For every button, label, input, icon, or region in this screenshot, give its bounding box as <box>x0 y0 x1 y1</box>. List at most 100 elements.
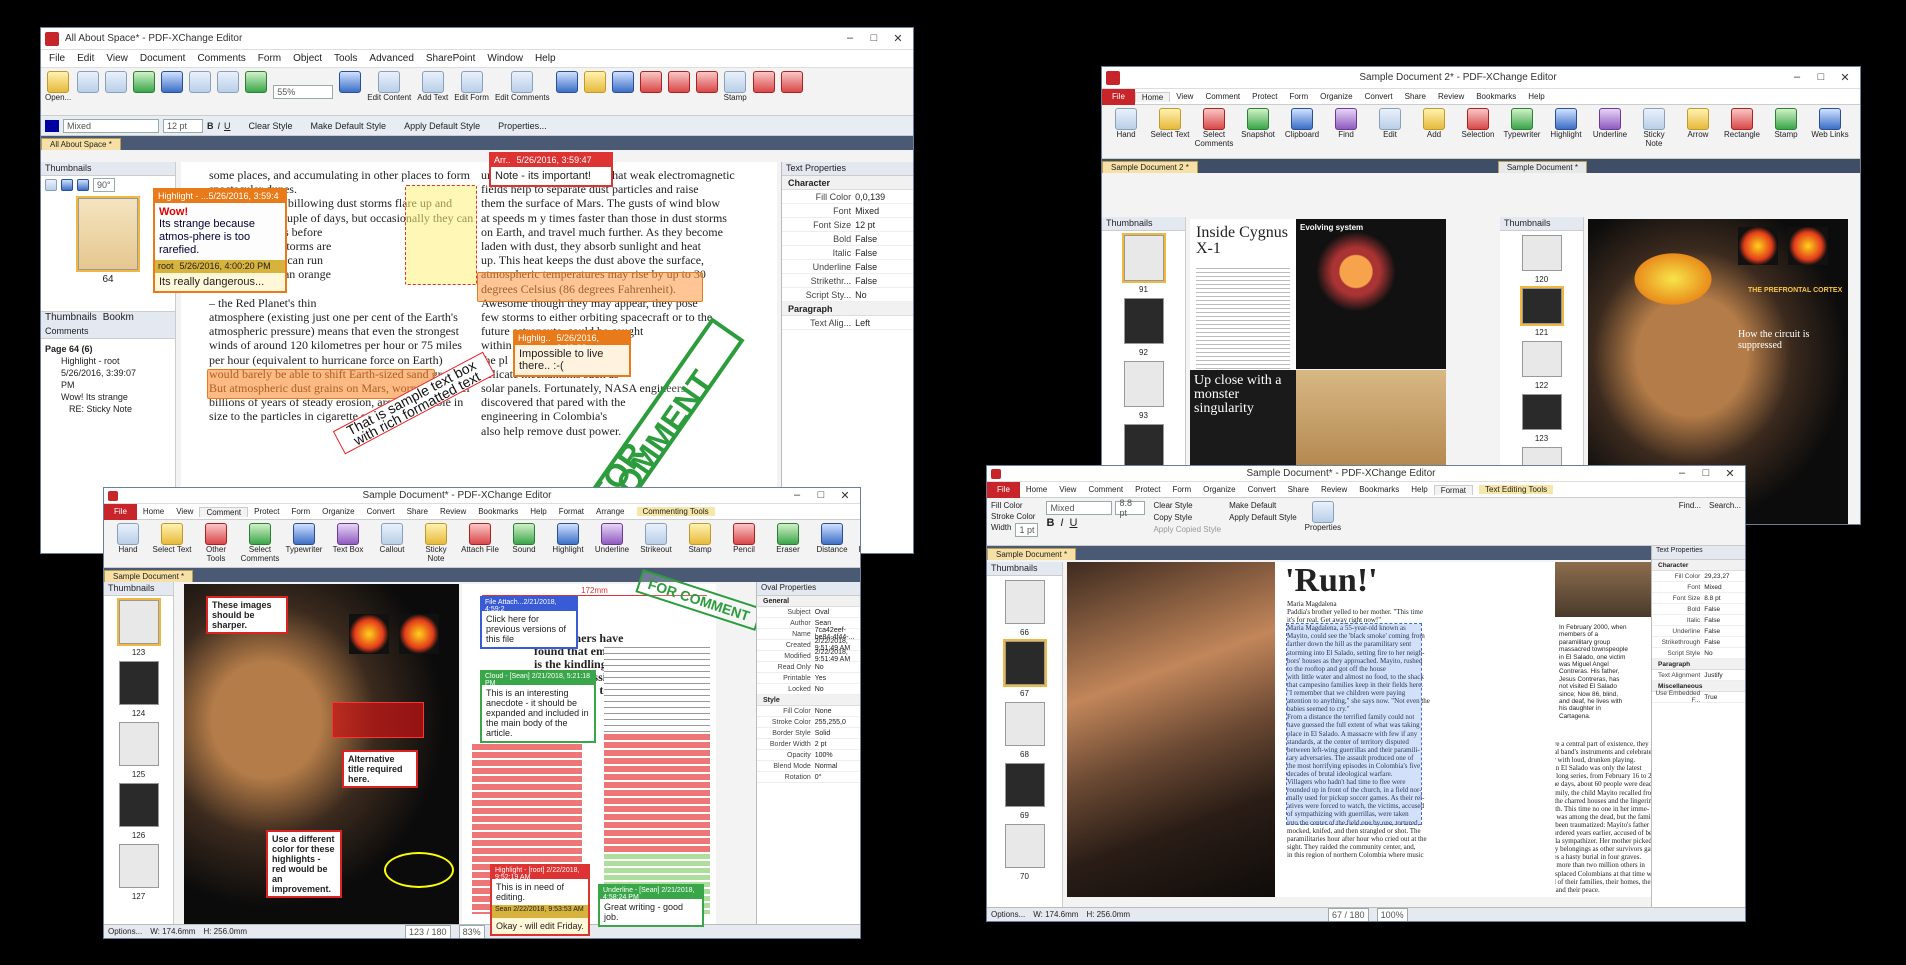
eraser-button[interactable]: Eraser <box>768 523 808 554</box>
font-select[interactable]: Mixed <box>1046 501 1113 515</box>
text-selection[interactable] <box>1286 623 1422 825</box>
tab-home[interactable]: Home <box>1134 91 1171 102</box>
highlight-annotation-2[interactable] <box>477 272 703 302</box>
menu-view[interactable]: View <box>106 53 128 64</box>
thumbnail-122[interactable] <box>1521 341 1562 377</box>
prop-value[interactable]: Mixed <box>1704 584 1745 591</box>
thumbnail-121[interactable] <box>1519 286 1564 326</box>
thumbnail-94[interactable] <box>1123 424 1164 470</box>
underline-button[interactable]: U <box>1069 517 1077 529</box>
options-button[interactable]: Options... <box>991 910 1025 919</box>
prop-value[interactable]: 2/22/2018, 9:51:49 AM <box>815 649 860 663</box>
print-icon[interactable] <box>105 71 128 93</box>
minimize-icon[interactable]: – <box>790 489 804 502</box>
tab-convert[interactable]: Convert <box>1242 485 1282 494</box>
tab-share[interactable]: Share <box>1282 485 1315 494</box>
prop-value[interactable]: 100% <box>815 752 860 759</box>
tab-comment[interactable]: Comment <box>1199 92 1246 101</box>
cloud-popup[interactable]: Cloud - [Sean] 2/21/2018, 5:21:18 PM Thi… <box>480 670 596 743</box>
thumbnail-93[interactable] <box>1123 361 1164 407</box>
callout-alt-title[interactable]: Alternative title required here. <box>342 750 418 788</box>
thumbnail-126[interactable] <box>118 783 159 827</box>
thumbnail-123[interactable] <box>1521 394 1562 430</box>
sticky-note-button[interactable]: Sticky Note <box>416 523 456 563</box>
red-highlights[interactable] <box>604 734 710 854</box>
zoom-in-icon[interactable] <box>339 71 362 93</box>
tab-comment[interactable]: Comment <box>1082 485 1129 494</box>
underline-button[interactable]: U <box>224 121 231 131</box>
tab-bookmarks[interactable]: Bookmarks <box>1353 485 1405 494</box>
tab-share[interactable]: Share <box>401 507 434 516</box>
zoom-field[interactable]: 55% <box>273 85 334 99</box>
fill-color-button[interactable]: Fill Color <box>991 501 1038 510</box>
close-icon[interactable]: ✕ <box>1838 71 1852 84</box>
search-button[interactable]: Search... <box>1709 501 1741 510</box>
selection-button[interactable]: Selection <box>1458 108 1498 139</box>
maximize-icon[interactable]: □ <box>814 489 828 502</box>
circle-icon[interactable] <box>667 71 690 93</box>
prop-value[interactable]: 12 pt <box>855 220 913 230</box>
prop-value[interactable]: True <box>1704 694 1745 701</box>
gear-icon[interactable] <box>45 179 57 191</box>
zoom-out-icon[interactable] <box>61 179 73 191</box>
prop-value[interactable]: 8.8 pt <box>1704 595 1745 602</box>
open-button[interactable]: Open... <box>45 71 71 102</box>
prop-value[interactable]: False <box>855 234 913 244</box>
cloud-annotation[interactable] <box>405 185 477 285</box>
strikeout-button[interactable]: Strikeout <box>636 523 676 554</box>
oval-annotation[interactable] <box>384 852 454 888</box>
prop-value[interactable]: False <box>855 262 913 272</box>
tab-review[interactable]: Review <box>434 507 472 516</box>
hand-button[interactable]: Hand <box>108 523 148 554</box>
apply-default-style-button[interactable]: Apply Default Style <box>1229 513 1297 522</box>
tab-home[interactable]: Home <box>1020 485 1053 494</box>
edit-content-button[interactable]: Edit Content <box>367 71 411 102</box>
thumbnail-123[interactable] <box>116 598 161 646</box>
bold-button[interactable]: B <box>207 121 214 131</box>
prop-value[interactable]: False <box>855 276 913 286</box>
menu-comments[interactable]: Comments <box>197 53 245 64</box>
prop-value[interactable]: None <box>815 708 860 715</box>
tab-file[interactable]: File <box>1102 88 1135 105</box>
callout-color[interactable]: Use a different color for these highligh… <box>266 830 342 898</box>
prop-value[interactable]: Yes <box>815 675 860 682</box>
prop-value[interactable]: Left <box>855 318 913 328</box>
menu-document[interactable]: Document <box>140 53 186 64</box>
find-button[interactable]: Find <box>1326 108 1366 139</box>
tab-sample-document[interactable]: Sample Document * <box>104 570 194 582</box>
tab-file[interactable]: File <box>987 481 1020 498</box>
red-highlight-box[interactable] <box>332 702 424 738</box>
maximize-icon[interactable]: □ <box>1814 71 1828 84</box>
tab-all-about-space[interactable]: All About Space * <box>41 138 121 150</box>
tab-protect[interactable]: Protect <box>1246 92 1283 101</box>
prop-value[interactable]: 2 pt <box>815 741 860 748</box>
properties-button[interactable]: Properties <box>1305 501 1341 532</box>
other-tools-button[interactable]: Other Tools <box>196 523 236 563</box>
hand-button[interactable]: Hand <box>1106 108 1146 139</box>
thumbnail-66[interactable] <box>1004 580 1045 624</box>
callout-sharper[interactable]: These images should be sharper. <box>206 596 288 634</box>
tab-format[interactable]: Format <box>1433 484 1474 495</box>
highlight-button[interactable]: Highlight <box>548 523 588 554</box>
stamp-button[interactable]: Stamp <box>1766 108 1806 139</box>
prop-value[interactable]: 255,255,0 <box>815 719 860 726</box>
add-text-button[interactable]: Add Text <box>417 71 448 102</box>
stamp-button[interactable]: Stamp <box>724 71 747 102</box>
rectangle-button[interactable]: Rectangle <box>1722 108 1762 139</box>
prop-value[interactable]: 0,0,139 <box>855 192 913 202</box>
thumbnail-64[interactable] <box>76 196 140 272</box>
eraser-icon[interactable] <box>752 71 775 93</box>
typewriter-button[interactable]: Typewriter <box>1502 108 1542 139</box>
line-icon[interactable] <box>639 71 662 93</box>
highlight-button[interactable]: Highlight <box>1546 108 1586 139</box>
tab-share[interactable]: Share <box>1399 92 1432 101</box>
back-icon[interactable] <box>133 71 156 93</box>
thumbnail-67[interactable] <box>1002 639 1047 687</box>
clipboard-button[interactable]: Clipboard <box>1282 108 1322 139</box>
save-icon[interactable] <box>77 71 100 93</box>
select-comments-button[interactable]: Select Comments <box>240 523 280 563</box>
sound-button[interactable]: Sound <box>504 523 544 554</box>
menu-form[interactable]: Form <box>258 53 281 64</box>
tree-page[interactable]: Page 64 (6) <box>45 343 171 355</box>
web-links-button[interactable]: Web Links <box>1810 108 1850 139</box>
